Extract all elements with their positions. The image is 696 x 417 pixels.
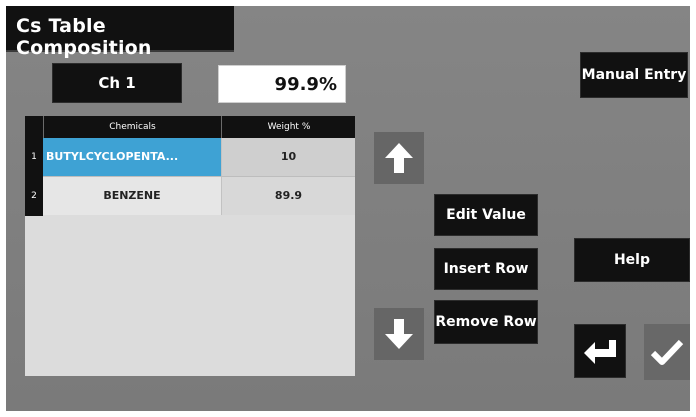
row-number: 1 [25, 138, 43, 176]
chemical-cell[interactable]: BUTYLCYCLOPENTA... [43, 138, 221, 176]
chemical-cell[interactable]: BENZENE [43, 177, 221, 215]
table-row[interactable]: 1 BUTYLCYCLOPENTA... 10 [25, 138, 355, 176]
edit-value-button[interactable]: Edit Value [434, 194, 538, 236]
help-button[interactable]: Help [574, 238, 690, 282]
column-header-weight[interactable]: Weight % [221, 116, 356, 138]
scroll-down-button[interactable] [374, 308, 424, 360]
arrow-up-icon [385, 143, 413, 173]
table-header: Chemicals Weight % [25, 116, 355, 138]
page-title: Cs Table Composition [16, 15, 152, 59]
arrow-down-icon [385, 319, 413, 349]
enter-return-icon [584, 340, 616, 364]
weight-cell[interactable]: 89.9 [221, 177, 355, 215]
composition-table: Chemicals Weight % 1 BUTYLCYCLOPENTA... … [25, 116, 355, 376]
total-percent-display: 99.9% [218, 65, 346, 103]
app-screen: Cs Table Composition Ch 1 99.9% Manual E… [6, 6, 690, 411]
confirm-button[interactable] [644, 324, 690, 380]
column-header-chemicals[interactable]: Chemicals [43, 116, 221, 138]
manual-entry-button[interactable]: Manual Entry [580, 52, 688, 98]
remove-row-button[interactable]: Remove Row [434, 300, 538, 344]
enter-button[interactable] [574, 324, 626, 378]
title-bar: Cs Table Composition [6, 6, 234, 59]
channel-selector-button[interactable]: Ch 1 [52, 63, 182, 103]
row-number: 2 [25, 177, 43, 215]
checkmark-icon [650, 339, 684, 365]
table-row[interactable]: 2 BENZENE 89.9 [25, 177, 355, 215]
insert-row-button[interactable]: Insert Row [434, 248, 538, 290]
scroll-up-button[interactable] [374, 132, 424, 184]
weight-cell[interactable]: 10 [221, 138, 355, 176]
